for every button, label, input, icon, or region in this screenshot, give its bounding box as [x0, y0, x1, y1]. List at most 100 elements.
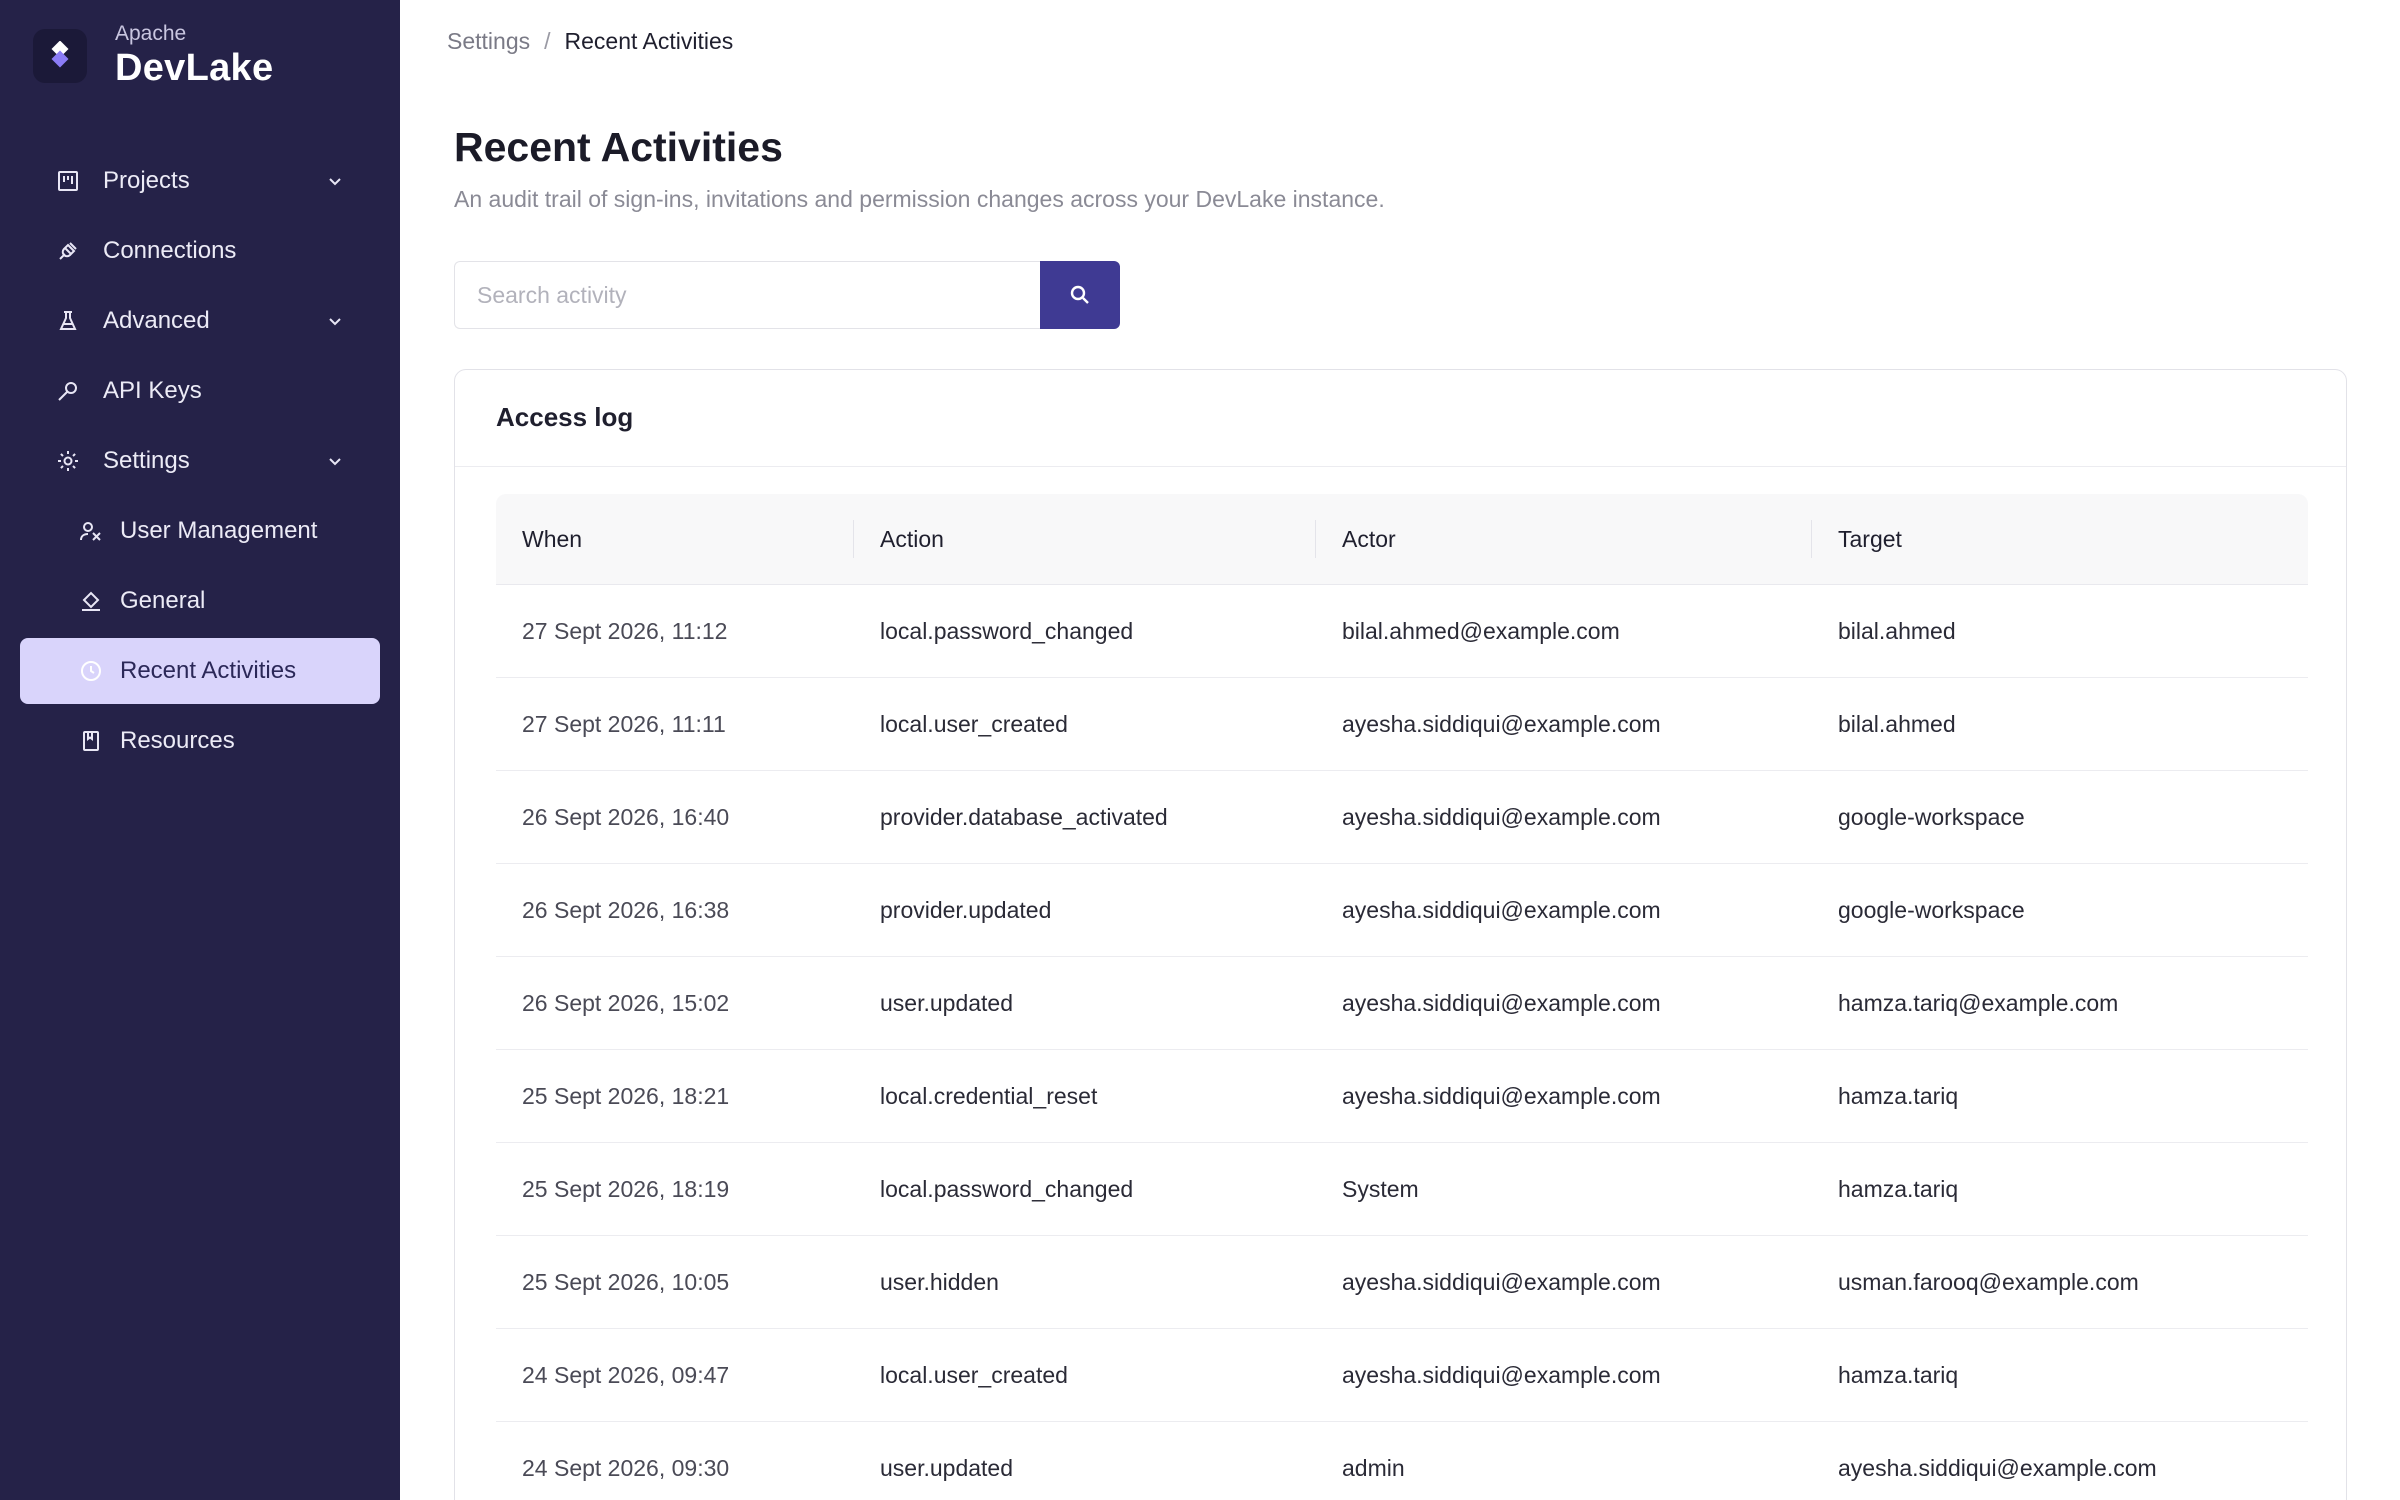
- devlake-logo-icon: [33, 29, 87, 83]
- page-description: An audit trail of sign-ins, invitations …: [454, 186, 1385, 212]
- sidebar-item-label: Resources: [120, 727, 235, 754]
- card-header: Access log: [455, 370, 2346, 467]
- cell-when: 26 Sept 2026, 16:40: [496, 771, 854, 864]
- cell-target: google-workspace: [1812, 864, 2308, 957]
- sidebar-item-settings[interactable]: Settings: [20, 428, 380, 494]
- cell-target: bilal.ahmed: [1812, 678, 2308, 771]
- table-row[interactable]: 24 Sept 2026, 09:30 user.updated admin a…: [496, 1422, 2308, 1500]
- access-log-card: Access log When Action Actor Target 27 S…: [454, 369, 2347, 1500]
- table-row[interactable]: 25 Sept 2026, 18:21 local.credential_res…: [496, 1050, 2308, 1143]
- cell-actor: ayesha.siddiqui@example.com: [1316, 771, 1812, 864]
- table-header-row: When Action Actor Target: [496, 494, 2308, 585]
- cell-when: 25 Sept 2026, 18:19: [496, 1143, 854, 1236]
- main-content: Settings / Recent Activities Recent Acti…: [400, 0, 2400, 1500]
- brand[interactable]: Apache DevLake: [33, 22, 273, 90]
- chevron-down-icon[interactable]: [326, 312, 344, 330]
- cell-actor: ayesha.siddiqui@example.com: [1316, 678, 1812, 771]
- plug-icon: [59, 242, 77, 260]
- cell-action: local.user_created: [854, 1329, 1316, 1422]
- gear-icon: [58, 451, 78, 471]
- table-row[interactable]: 24 Sept 2026, 09:47 local.user_created a…: [496, 1329, 2308, 1422]
- key-icon: [58, 382, 77, 401]
- chevron-down-icon[interactable]: [326, 452, 344, 470]
- column-header-action[interactable]: Action: [854, 494, 1316, 585]
- cell-actor: ayesha.siddiqui@example.com: [1316, 1050, 1812, 1143]
- table-row[interactable]: 26 Sept 2026, 16:40 provider.database_ac…: [496, 771, 2308, 864]
- access-log-table: When Action Actor Target 27 Sept 2026, 1…: [496, 494, 2308, 1500]
- cell-when: 24 Sept 2026, 09:47: [496, 1329, 854, 1422]
- sidebar-item-label: API Keys: [103, 377, 202, 404]
- breadcrumb-current: Recent Activities: [564, 28, 734, 54]
- sidebar-item-user-management[interactable]: User Management: [20, 498, 380, 564]
- cell-when: 27 Sept 2026, 11:12: [496, 585, 854, 678]
- table-row[interactable]: 27 Sept 2026, 11:12 local.password_chang…: [496, 585, 2308, 678]
- cell-actor: ayesha.siddiqui@example.com: [1316, 1329, 1812, 1422]
- paint-bucket-icon: [82, 591, 100, 611]
- cell-action: local.user_created: [854, 678, 1316, 771]
- table-row[interactable]: 25 Sept 2026, 18:19 local.password_chang…: [496, 1143, 2308, 1236]
- cell-action: local.password_changed: [854, 585, 1316, 678]
- cell-target: hamza.tariq: [1812, 1329, 2308, 1422]
- column-header-when[interactable]: When: [496, 494, 854, 585]
- chevron-down-icon[interactable]: [326, 172, 344, 190]
- cell-target: bilal.ahmed: [1812, 585, 2308, 678]
- cell-target: usman.farooq@example.com: [1812, 1236, 2308, 1329]
- search-bar: [454, 261, 1120, 329]
- cell-action: user.updated: [854, 1422, 1316, 1500]
- search-button[interactable]: [1040, 261, 1120, 329]
- sidebar-item-label: Recent Activities: [120, 657, 297, 684]
- cell-when: 25 Sept 2026, 10:05: [496, 1236, 854, 1329]
- cell-target: hamza.tariq: [1812, 1143, 2308, 1236]
- cell-target: google-workspace: [1812, 771, 2308, 864]
- cell-action: local.password_changed: [854, 1143, 1316, 1236]
- cell-when: 27 Sept 2026, 11:11: [496, 678, 854, 771]
- column-header-target[interactable]: Target: [1812, 494, 2308, 585]
- cell-target: hamza.tariq@example.com: [1812, 957, 2308, 1050]
- sidebar-item-general[interactable]: General: [20, 568, 380, 634]
- sidebar-item-label: Advanced: [103, 307, 210, 334]
- cell-actor: ayesha.siddiqui@example.com: [1316, 957, 1812, 1050]
- page-title: Recent Activities: [454, 124, 783, 170]
- brand-sub: Apache: [115, 22, 187, 45]
- table-row[interactable]: 26 Sept 2026, 16:38 provider.updated aye…: [496, 864, 2308, 957]
- sidebar-item-label: Connections: [103, 237, 237, 264]
- sidebar-item-resources[interactable]: Resources: [20, 708, 380, 774]
- users-icon: [80, 522, 101, 541]
- table-row[interactable]: 26 Sept 2026, 15:02 user.updated ayesha.…: [496, 957, 2308, 1050]
- sidebar-item-label: Settings: [103, 447, 190, 474]
- breadcrumb-separator: /: [544, 28, 551, 54]
- kanban-icon: [58, 171, 78, 191]
- sidebar-item-api-keys[interactable]: API Keys: [20, 358, 380, 424]
- sidebar: Apache DevLake Projects Connections Adva…: [0, 0, 400, 1500]
- sidebar-item-label: Projects: [103, 167, 190, 194]
- cell-when: 26 Sept 2026, 16:38: [496, 864, 854, 957]
- table-row[interactable]: 25 Sept 2026, 10:05 user.hidden ayesha.s…: [496, 1236, 2308, 1329]
- cell-action: provider.updated: [854, 864, 1316, 957]
- cell-action: provider.database_activated: [854, 771, 1316, 864]
- cell-action: local.credential_reset: [854, 1050, 1316, 1143]
- breadcrumb: Settings / Recent Activities: [447, 28, 733, 55]
- sidebar-item-recent-activities[interactable]: Recent Activities: [20, 638, 380, 704]
- sidebar-item-advanced[interactable]: Advanced: [20, 288, 380, 354]
- book-icon: [83, 731, 99, 751]
- sidebar-item-projects[interactable]: Projects: [20, 148, 380, 214]
- breadcrumb-settings-link[interactable]: Settings: [447, 28, 530, 55]
- cell-when: 26 Sept 2026, 15:02: [496, 957, 854, 1050]
- cell-actor: System: [1316, 1143, 1812, 1236]
- cell-target: hamza.tariq: [1812, 1050, 2308, 1143]
- cell-actor: admin: [1316, 1422, 1812, 1500]
- column-header-actor[interactable]: Actor: [1316, 494, 1812, 585]
- cell-actor: ayesha.siddiqui@example.com: [1316, 1236, 1812, 1329]
- cell-actor: bilal.ahmed@example.com: [1316, 585, 1812, 678]
- sidebar-item-label: User Management: [120, 517, 318, 544]
- search-input[interactable]: [454, 261, 1040, 329]
- card-title: Access log: [496, 402, 634, 432]
- cell-action: user.updated: [854, 957, 1316, 1050]
- sidebar-item-connections[interactable]: Connections: [20, 218, 380, 284]
- cell-action: user.hidden: [854, 1236, 1316, 1329]
- cell-when: 24 Sept 2026, 09:30: [496, 1422, 854, 1500]
- clock-icon: [81, 661, 101, 681]
- table-row[interactable]: 27 Sept 2026, 11:11 local.user_created a…: [496, 678, 2308, 771]
- sidebar-nav: Projects Connections Advanced API Keys S…: [20, 148, 380, 778]
- cell-when: 25 Sept 2026, 18:21: [496, 1050, 854, 1143]
